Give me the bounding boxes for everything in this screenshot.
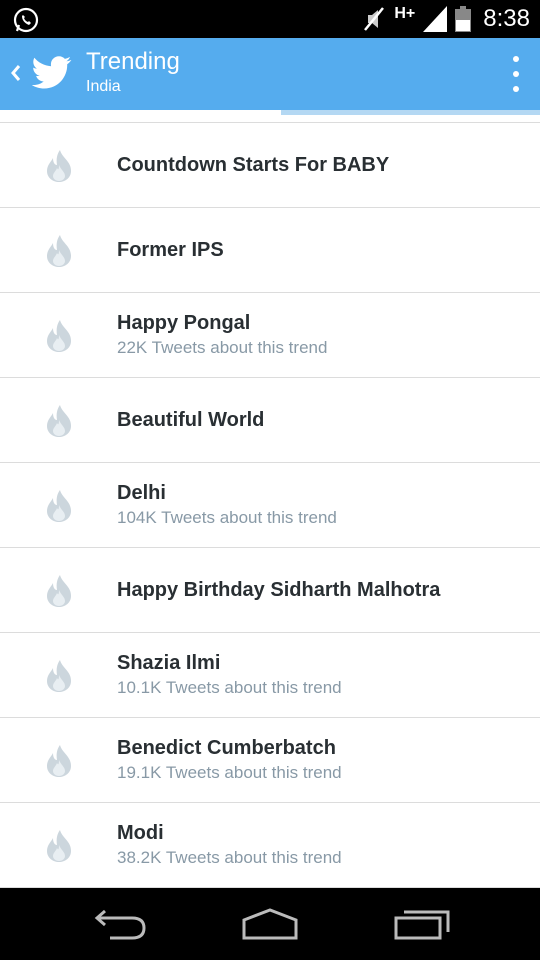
network-type: H+ [394,5,416,22]
trend-name: Happy Birthday Sidharth Malhotra [117,579,441,601]
action-bar: Trending India [0,38,540,110]
back-icon[interactable] [90,906,150,942]
chevron-left-icon [11,65,21,81]
trend-name: Beautiful World [117,409,265,431]
page-title: Trending [86,48,180,75]
signal-icon [423,6,448,32]
trend-name: Countdown Starts For BABY [117,154,390,176]
trend-tweet-count: 22K Tweets about this trend [117,338,328,357]
trend-tweet-count: 19.1K Tweets about this trend [117,763,342,782]
trend-text: Happy Pongal 22K Tweets about this trend [117,293,327,377]
flame-icon [47,830,71,862]
home-icon[interactable] [240,906,300,942]
trend-name: Shazia Ilmi [117,652,221,674]
trend-name: Modi [117,822,164,844]
whatsapp-icon [13,7,39,33]
trend-row[interactable]: Modi 38.2K Tweets about this trend [0,803,540,888]
flame-icon [47,320,71,352]
trend-row[interactable]: Delhi 104K Tweets about this trend [0,463,540,548]
twitter-bird-icon[interactable] [32,55,72,91]
trends-list[interactable]: Countdown Starts For BABY Former IPS Happy… [0,115,540,888]
flame-icon [47,490,71,522]
battery-icon [455,6,472,32]
trend-text: Modi 38.2K Tweets about this trend [117,803,342,887]
navigation-bar [0,888,540,960]
flame-icon [47,660,71,692]
trends-rows: Countdown Starts For BABY Former IPS Happy… [0,123,540,888]
flame-icon [47,405,71,437]
trend-text: Beautiful World [117,378,264,462]
trend-tweet-count: 10.1K Tweets about this trend [117,678,342,697]
trend-text: Shazia Ilmi 10.1K Tweets about this trend [117,633,342,717]
trend-name: Former IPS [117,239,224,261]
trend-text: Delhi 104K Tweets about this trend [117,463,337,547]
trend-row[interactable]: Former IPS [0,208,540,293]
status-bar: H+ 8:38 [0,0,540,38]
dot [513,86,519,92]
trend-text: Happy Birthday Sidharth Malhotra [117,548,440,632]
dot [513,56,519,62]
flame-icon [47,745,71,777]
recents-icon[interactable] [392,906,452,942]
trend-tweet-count: 104K Tweets about this trend [117,508,337,527]
trend-name: Happy Pongal [117,312,251,334]
trend-row[interactable]: Happy Pongal 22K Tweets about this trend [0,293,540,378]
trend-tweet-count: 38.2K Tweets about this trend [117,848,342,867]
flame-icon [47,235,71,267]
dot [513,71,519,77]
mute-icon [364,7,385,31]
trend-row[interactable]: Beautiful World [0,378,540,463]
trend-row[interactable]: Happy Birthday Sidharth Malhotra [0,548,540,633]
trend-name: Delhi [117,482,166,504]
trend-text: Countdown Starts For BABY [117,123,389,207]
trend-row[interactable]: Countdown Starts For BABY [0,123,540,208]
overflow-menu-button[interactable] [508,56,524,92]
clock: 8:38 [483,5,530,32]
status-icons: H+ 8:38 [362,0,530,38]
trend-row[interactable]: Benedict Cumberbatch 19.1K Tweets about t… [0,718,540,803]
trend-text: Former IPS [117,208,224,292]
page-subtitle: India [86,78,121,95]
title-block: Trending India [86,48,180,98]
up-button[interactable] [6,58,26,88]
flame-icon [47,575,71,607]
trend-text: Benedict Cumberbatch 19.1K Tweets about t… [117,718,342,802]
trend-name: Benedict Cumberbatch [117,737,336,759]
trend-row[interactable]: Shazia Ilmi 10.1K Tweets about this trend [0,633,540,718]
flame-icon [47,150,71,182]
